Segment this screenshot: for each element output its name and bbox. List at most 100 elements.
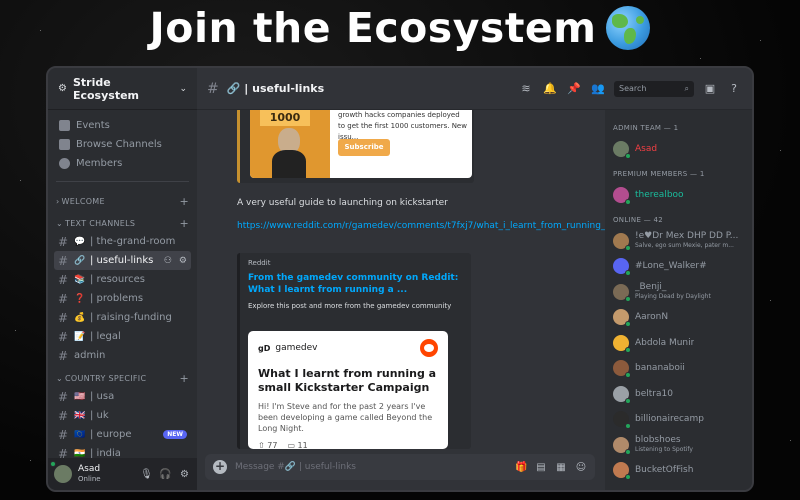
message-link[interactable]: https://www.reddit.com/r/gamedev/comment… xyxy=(237,220,605,233)
channel-resources[interactable]: # 📚 | resources xyxy=(54,270,191,289)
member-name: bananaboii xyxy=(635,363,685,374)
avatar xyxy=(613,232,631,251)
member-group-heading: PREMIUM MEMBERS — 1 xyxy=(613,170,705,178)
hero-title: Join the Ecosystem xyxy=(149,4,597,52)
pin-icon[interactable]: 📌 xyxy=(566,82,582,95)
member-row[interactable]: Asad xyxy=(613,136,744,162)
username: Asad xyxy=(78,464,101,474)
avatar xyxy=(613,283,631,302)
add-channel-icon[interactable]: + xyxy=(179,372,189,385)
nav-browse-channels[interactable]: Browse Channels xyxy=(56,135,189,154)
avatar xyxy=(613,462,631,481)
threads-icon[interactable]: ≋ xyxy=(518,82,534,95)
channel-uk[interactable]: # 🇬🇧 | uk xyxy=(54,406,191,425)
member-name: therealboo xyxy=(635,190,684,200)
channel-label: | the-grand-room xyxy=(90,236,176,247)
avatar xyxy=(613,436,631,455)
channel-the-grand-room[interactable]: # 💬 | the-grand-room xyxy=(54,232,191,251)
add-channel-icon[interactable]: + xyxy=(179,195,189,208)
channel-emoji: 🔗 xyxy=(74,255,86,266)
member-row[interactable]: blobshoes Listening to Spotify xyxy=(613,432,744,458)
gear-icon[interactable]: ⚙ xyxy=(178,469,191,480)
headphones-icon[interactable]: 🎧 xyxy=(159,469,172,480)
member-row[interactable]: BucketOfFish xyxy=(613,458,744,484)
channel-title: 🔗 | useful-links xyxy=(226,82,325,95)
category-text-channels[interactable]: ⌄ TEXT CHANNELS + xyxy=(48,214,197,232)
member-name: !e♥Dr Mex DHP DD P... xyxy=(635,230,739,241)
nav-members[interactable]: Members xyxy=(56,154,189,173)
new-badge: NEW xyxy=(163,430,187,439)
channel-sidebar: ⚙ Stride Ecosystem ⌄ Events Browse Chann… xyxy=(48,68,197,490)
add-attachment-icon[interactable]: + xyxy=(213,460,227,474)
help-icon[interactable]: ? xyxy=(726,82,742,95)
channel-legal[interactable]: # 📝 | legal xyxy=(54,327,191,346)
channel-admin[interactable]: # admin xyxy=(54,346,191,365)
member-row[interactable]: therealboo xyxy=(613,182,744,208)
category-welcome[interactable]: › WELCOME + xyxy=(48,192,197,210)
avatar[interactable] xyxy=(50,461,72,483)
channel-emoji: 🇮🇳 xyxy=(74,448,86,459)
channel-label: admin xyxy=(74,350,106,361)
hash-icon: # xyxy=(58,348,69,363)
bell-icon[interactable]: 🔔 xyxy=(542,82,558,95)
avatar xyxy=(613,360,631,379)
member-status: Playing Dead by Daylight xyxy=(635,292,711,300)
add-channel-icon[interactable]: + xyxy=(179,217,189,230)
channel-emoji: 💰 xyxy=(74,312,86,323)
channel-emoji: 📚 xyxy=(74,274,86,285)
channel-emoji: ❓ xyxy=(74,293,86,304)
member-row[interactable]: AaronN xyxy=(613,305,744,331)
category-country-specific[interactable]: ⌄ COUNTRY SPECIFIC + xyxy=(48,369,197,387)
message-composer[interactable]: + Message #🔗 | useful-links 🎁 ▤ ▦ ☺ xyxy=(205,454,595,480)
member-row[interactable]: bananaboii xyxy=(613,356,744,382)
hash-icon: # xyxy=(58,234,69,249)
chevron-down-icon[interactable]: ⌄ xyxy=(179,84,187,94)
message-text: A very useful guide to launching on kick… xyxy=(237,198,448,208)
member-row[interactable]: billionairecamp xyxy=(613,407,744,433)
sticker-icon[interactable]: ▦ xyxy=(555,462,567,473)
gift-icon[interactable]: 🎁 xyxy=(515,462,527,473)
gif-icon[interactable]: ▤ xyxy=(535,462,547,473)
chevron-right-icon: › xyxy=(56,196,60,206)
nav-browse-label: Browse Channels xyxy=(76,139,162,150)
emoji-icon[interactable]: ☺ xyxy=(575,462,587,473)
main-area: # 🔗 | useful-links ≋ 🔔 📌 👥 Search ⌕ ▣ ? … xyxy=(197,68,752,490)
channel-problems[interactable]: # ❓ | problems xyxy=(54,289,191,308)
user-status: Online xyxy=(78,475,101,483)
nav-events[interactable]: Events xyxy=(56,116,189,135)
channel-europe[interactable]: # 🇪🇺 | europe NEW xyxy=(54,425,191,444)
search-input[interactable]: Search ⌕ xyxy=(614,80,694,97)
invite-icon[interactable]: ⚇ xyxy=(164,256,172,266)
member-row[interactable]: beltra10 xyxy=(613,381,744,407)
message-input[interactable]: Message #🔗 | useful-links xyxy=(235,462,507,472)
inbox-icon[interactable]: ▣ xyxy=(702,82,718,95)
hash-icon: # xyxy=(58,291,69,306)
post-title: What I learnt from running a small Kicks… xyxy=(258,367,437,394)
hash-icon: # xyxy=(58,272,69,287)
globe-icon xyxy=(606,6,651,50)
member-list: ADMIN TEAM — 1 Asad PREMIUM MEMBERS — 1 … xyxy=(605,110,752,490)
member-list-icon[interactable]: 👥 xyxy=(590,82,606,95)
embed-title-link[interactable]: From the gamedev community on Reddit: Wh… xyxy=(248,272,463,296)
member-row[interactable]: !e♥Dr Mex DHP DD P... Salve, ego sum Mexi… xyxy=(613,228,744,254)
channel-label: | raising-funding xyxy=(90,312,172,323)
member-name: Abdola Munir xyxy=(635,337,695,348)
member-row[interactable]: #Lone_Walker# xyxy=(613,254,744,280)
microphone-icon[interactable]: 🎙 xyxy=(140,469,153,480)
member-row[interactable]: Abdola Munir xyxy=(613,330,744,356)
member-group-heading: ADMIN TEAM — 1 xyxy=(613,124,679,132)
server-header[interactable]: ⚙ Stride Ecosystem ⌄ xyxy=(48,68,197,110)
channel-emoji: 🇪🇺 xyxy=(74,429,86,440)
gear-icon[interactable]: ⚙ xyxy=(179,256,187,266)
subscribe-button[interactable]: Subscribe xyxy=(338,139,390,156)
channel-label: | problems xyxy=(90,293,144,304)
member-name: #Lone_Walker# xyxy=(635,261,707,272)
channel-usa[interactable]: # 🇺🇸 | usa xyxy=(54,387,191,406)
channel-raising-funding[interactable]: # 💰 | raising-funding xyxy=(54,308,191,327)
channel-useful-links[interactable]: # 🔗 | useful-links ⚇ ⚙ xyxy=(54,251,191,270)
member-name: billionairecamp xyxy=(635,414,704,425)
reddit-card[interactable]: gD gamedev What I learnt from running a … xyxy=(248,331,448,450)
hash-icon: # xyxy=(58,389,69,404)
hash-icon: # xyxy=(58,253,69,268)
member-row[interactable]: _Benji_ Playing Dead by Daylight xyxy=(613,279,744,305)
